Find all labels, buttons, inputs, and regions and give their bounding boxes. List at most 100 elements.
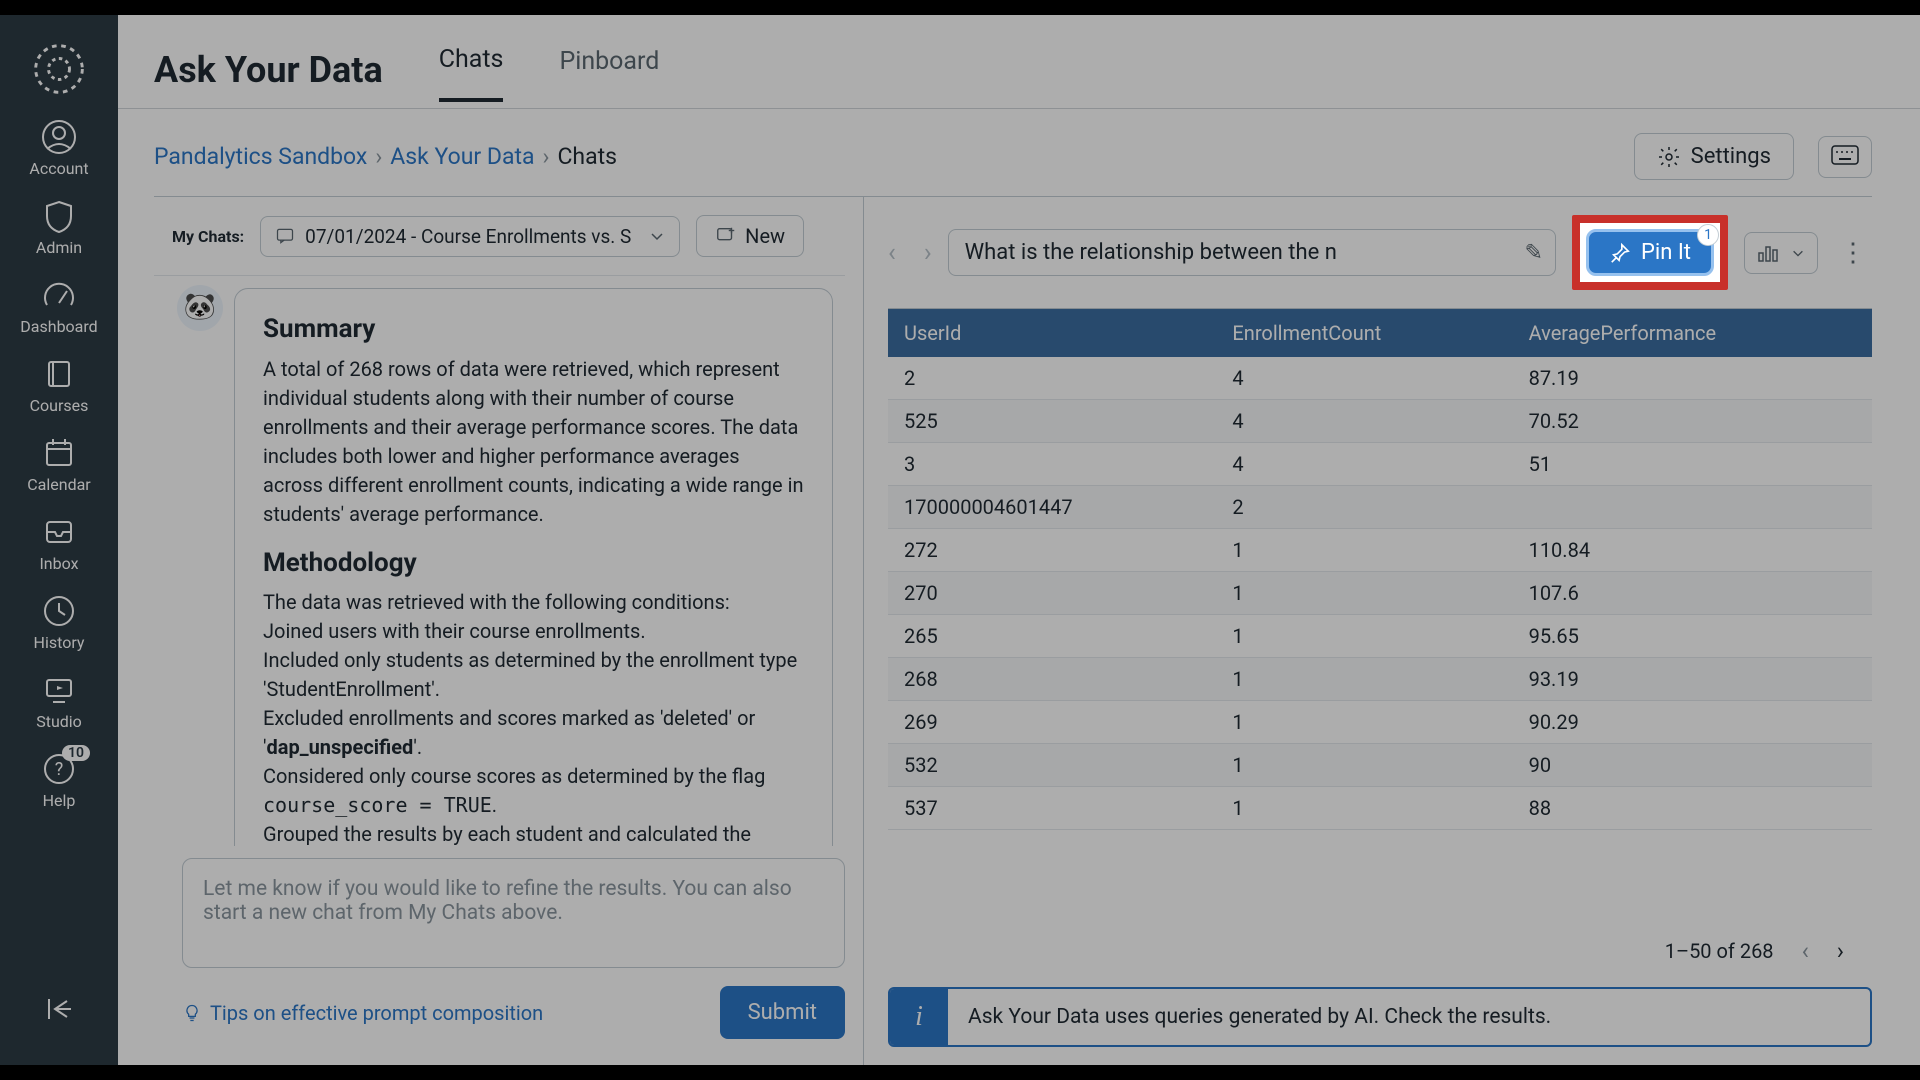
- chat-icon: [275, 226, 295, 246]
- crumb-current: Chats: [557, 143, 617, 170]
- table-row[interactable]: 525470.52: [888, 400, 1872, 443]
- method-line: Included only students as determined by …: [263, 646, 804, 704]
- nav-inbox[interactable]: Inbox: [0, 504, 118, 583]
- nav-studio[interactable]: Studio: [0, 662, 118, 741]
- info-icon: i: [890, 989, 948, 1045]
- new-chat-label: New: [745, 224, 785, 248]
- table-row[interactable]: 537188: [888, 787, 1872, 830]
- topbar: Ask Your Data Chats Pinboard: [118, 15, 1920, 109]
- column-header[interactable]: UserId: [888, 309, 1216, 357]
- book-icon: [41, 356, 77, 392]
- chat-select[interactable]: 07/01/2024 - Course Enrollments vs. S: [260, 216, 680, 257]
- chat-input[interactable]: Let me know if you would like to refine …: [182, 858, 845, 968]
- method-line: Joined users with their course enrollmen…: [263, 617, 804, 646]
- chevron-down-icon: [649, 228, 665, 244]
- nav-admin[interactable]: Admin: [0, 188, 118, 267]
- column-header[interactable]: EnrollmentCount: [1216, 309, 1512, 357]
- table-row[interactable]: 532190: [888, 744, 1872, 787]
- shield-icon: [41, 198, 77, 234]
- pager-next-icon[interactable]: ›: [1837, 937, 1844, 965]
- assistant-avatar: 🐼: [177, 285, 223, 331]
- table-row[interactable]: 1700000046014472: [888, 486, 1872, 529]
- crumb-ask-your-data[interactable]: Ask Your Data: [390, 143, 534, 170]
- query-text: What is the relationship between the n: [965, 240, 1337, 265]
- gear-icon: [1657, 145, 1681, 169]
- pin-label: Pin It: [1641, 240, 1691, 265]
- table-row[interactable]: 268193.19: [888, 658, 1872, 701]
- result-table: UserIdEnrollmentCountAveragePerformance …: [888, 308, 1872, 915]
- nav-label: Studio: [36, 712, 82, 731]
- chevron-right-icon: ›: [543, 143, 550, 170]
- tab-chats[interactable]: Chats: [439, 37, 504, 102]
- methodology-heading: Methodology: [263, 545, 804, 583]
- pin-icon: [1609, 242, 1631, 264]
- table-row[interactable]: 2487.19: [888, 357, 1872, 400]
- table-row[interactable]: 2721110.84: [888, 529, 1872, 572]
- svg-text:?: ?: [55, 759, 64, 780]
- table-row[interactable]: 265195.65: [888, 615, 1872, 658]
- nav-dashboard[interactable]: Dashboard: [0, 267, 118, 346]
- pager-text: 1–50 of 268: [1665, 939, 1774, 963]
- calendar-icon: [41, 435, 77, 471]
- submit-button[interactable]: Submit: [720, 986, 845, 1039]
- nav-courses[interactable]: Courses: [0, 346, 118, 425]
- nav-account[interactable]: Account: [0, 109, 118, 188]
- chevron-down-icon: [1791, 246, 1805, 260]
- selected-chat-label: 07/01/2024 - Course Enrollments vs. S: [305, 225, 631, 248]
- keyboard-button[interactable]: [1818, 136, 1872, 178]
- table-row[interactable]: 3451: [888, 443, 1872, 486]
- nav-label: Calendar: [27, 475, 90, 494]
- tips-link[interactable]: Tips on effective prompt composition: [182, 1001, 543, 1025]
- next-result-icon[interactable]: ›: [924, 238, 932, 268]
- new-chat-button[interactable]: New: [696, 215, 804, 257]
- pin-it-button[interactable]: Pin It 1: [1586, 229, 1714, 276]
- pin-highlight-box: Pin It 1: [1572, 215, 1728, 290]
- chevron-right-icon: ›: [375, 143, 382, 170]
- bar-chart-icon: [1757, 243, 1781, 263]
- info-text: Ask Your Data uses queries generated by …: [948, 989, 1571, 1045]
- settings-button[interactable]: Settings: [1634, 133, 1794, 180]
- keyboard-icon: [1831, 145, 1859, 165]
- method-line: Considered only course scores as determi…: [263, 762, 804, 820]
- table-row[interactable]: 269190.29: [888, 701, 1872, 744]
- monitor-icon: [41, 672, 77, 708]
- nav-label: Admin: [36, 238, 82, 257]
- inbox-icon: [41, 514, 77, 550]
- table-row[interactable]: 2701107.6: [888, 572, 1872, 615]
- breadcrumb: Pandalytics Sandbox › Ask Your Data › Ch…: [154, 143, 617, 170]
- nav-label: Courses: [30, 396, 89, 415]
- gauge-icon: [41, 277, 77, 313]
- lightbulb-icon: [182, 1003, 202, 1023]
- global-nav: Account Admin Dashboard Courses Calendar…: [0, 15, 118, 1065]
- prev-result-icon[interactable]: ‹: [888, 238, 896, 268]
- account-icon: [41, 119, 77, 155]
- nav-label: Inbox: [39, 554, 78, 573]
- nav-badge: 10: [62, 745, 90, 761]
- nav-history[interactable]: History: [0, 583, 118, 662]
- summary-heading: Summary: [263, 311, 804, 349]
- pager-prev-icon[interactable]: ‹: [1802, 937, 1809, 965]
- pencil-icon[interactable]: ✎: [1525, 240, 1543, 265]
- nav-label: History: [34, 633, 85, 652]
- nav-help[interactable]: 10 ? Help: [0, 741, 118, 820]
- pager: 1–50 of 268 ‹ ›: [888, 915, 1872, 987]
- summary-body: A total of 268 rows of data were retriev…: [263, 355, 804, 529]
- nav-collapse[interactable]: [0, 981, 118, 1037]
- nav-label: Account: [29, 159, 88, 178]
- my-chats-label: My Chats:: [172, 227, 244, 246]
- method-line: Excluded enrollments and scores marked a…: [263, 704, 804, 762]
- clock-icon: [41, 593, 77, 629]
- tips-label: Tips on effective prompt composition: [210, 1001, 543, 1025]
- chart-type-button[interactable]: [1744, 232, 1818, 274]
- ai-info-bar: i Ask Your Data uses queries generated b…: [888, 987, 1872, 1047]
- nav-calendar[interactable]: Calendar: [0, 425, 118, 504]
- collapse-icon: [41, 991, 77, 1027]
- tab-pinboard[interactable]: Pinboard: [559, 39, 659, 100]
- nav-label: Dashboard: [20, 317, 97, 336]
- column-header[interactable]: AveragePerformance: [1513, 309, 1872, 357]
- query-input[interactable]: What is the relationship between the n ✎: [948, 229, 1556, 276]
- more-menu-icon[interactable]: ⋮: [1834, 238, 1872, 268]
- crumb-sandbox[interactable]: Pandalytics Sandbox: [154, 143, 367, 170]
- method-line: Grouped the results by each student and …: [263, 820, 804, 846]
- new-chat-icon: [715, 225, 737, 247]
